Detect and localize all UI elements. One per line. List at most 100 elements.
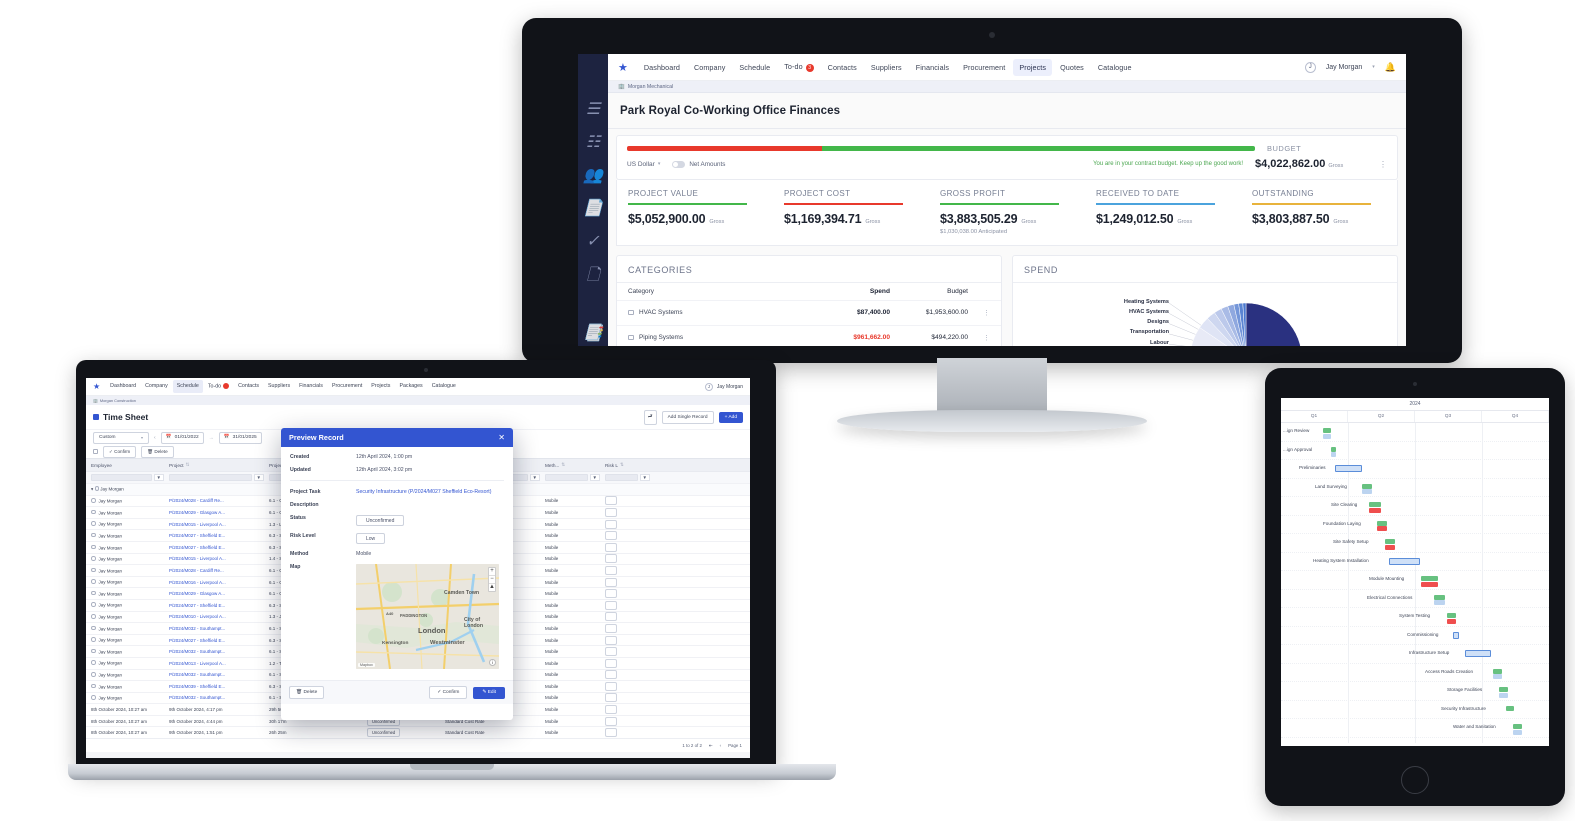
dialog-field-value[interactable]: Security Infrastructure (P/2024/M027 She… [356,489,491,495]
gantt-baseline-bar[interactable] [1323,433,1331,439]
confirm-button[interactable]: ✓ Confirm [103,445,137,458]
gantt-planned-bar[interactable] [1369,502,1381,507]
gantt-row[interactable]: Security Infrastructure [1281,701,1549,719]
avatar[interactable]: J [1304,61,1316,73]
gantt-row[interactable]: Commissioning [1281,627,1549,645]
gantt-baseline-bar[interactable] [1499,692,1508,698]
nav-item-to-do[interactable]: To-do 3 [778,58,819,75]
net-amounts-toggle[interactable] [672,160,686,168]
gantt-baseline-bar[interactable] [1434,600,1445,605]
laptop-nav-item-dashboard[interactable]: Dashboard [106,380,140,392]
filter-input[interactable] [169,474,252,481]
cell-project[interactable]: P/2024/M029 - Glasgow A... [164,591,264,596]
grid-filter-5[interactable]: ▼ [540,474,600,481]
laptop-nav-item-schedule[interactable]: Schedule [172,380,203,393]
map-zoom-out-button[interactable]: − [489,576,495,584]
star-icon[interactable]: ★ [618,61,628,74]
table-row[interactable]: 8th October 2024, 10:27 am 9th October 20… [86,726,750,739]
import-icon[interactable]: ⮐ [643,409,657,425]
dialog-edit-button[interactable]: ✎ Edit [473,686,505,699]
star-icon[interactable]: ★ [93,382,100,391]
sitemap-icon[interactable]: ☷ [586,132,600,152]
gantt-baseline-bar[interactable] [1513,729,1522,735]
cell-project[interactable]: P/2024/M010 - Liverpool A... [164,614,264,619]
gantt-actual-bar[interactable] [1421,581,1438,587]
list-icon[interactable]: ☰ [586,99,600,119]
gantt-actual-bar[interactable] [1377,526,1387,531]
laptop-nav-item-projects[interactable]: Projects [367,380,394,392]
breadcrumb-label[interactable]: Morgan Mechanical [628,84,673,90]
gantt-planned-bar[interactable] [1513,724,1522,729]
laptop-nav-item-procurement[interactable]: Procurement [328,380,366,392]
filter-icon[interactable]: ▼ [153,474,164,481]
laptop-nav-items[interactable]: Dashboard Company Schedule To-do Contacts Sup… [106,380,460,393]
filter-icon[interactable]: ▼ [589,474,600,481]
cell-project[interactable]: P/2024/M032 - Southampt... [164,626,264,631]
table-row[interactable]: HVAC Systems $87,400.00 $1,953,600.00 ⋮ [617,299,1001,325]
gantt-planned-bar[interactable] [1323,428,1331,433]
laptop-breadcrumb[interactable]: 🏢 Morgan Construction [86,396,750,405]
gantt-row[interactable]: Access Roads Creation [1281,664,1549,682]
gantt-row[interactable]: Preliminaries [1281,460,1549,479]
gantt-summary-bar[interactable] [1453,631,1459,639]
kebab-menu-icon[interactable]: ⋮ [968,334,990,342]
gantt-planned-bar[interactable] [1493,668,1502,674]
laptop-nav-item-company[interactable]: Company [141,380,172,392]
gantt-baseline-bar[interactable] [1493,674,1502,679]
gantt-summary-bar[interactable] [1465,650,1491,657]
date-to-input[interactable]: 📅 31/01/2025 [218,431,262,444]
grid-col-risk-l[interactable]: Risk L ⇅ [600,462,650,468]
file-icon[interactable]: 📑 [583,323,603,343]
gantt-actual-bar[interactable] [1447,618,1456,624]
kebab-menu-icon[interactable]: ⋮ [968,309,990,317]
nav-item-financials[interactable]: Financials [910,59,955,76]
file-add-icon[interactable]: 🗋 [587,264,600,291]
gantt-planned-bar[interactable] [1385,539,1395,544]
cell-project[interactable]: P/2024/M032 - Southampt... [164,672,264,677]
gantt-row[interactable]: Infrastructure Setup [1281,645,1549,664]
gantt-summary-bar[interactable] [1335,465,1362,472]
cell-project[interactable]: P/2024/M015 - Liverpool A... [164,556,264,561]
currency-select[interactable]: US Dollar ▾ [627,161,660,168]
nav-item-company[interactable]: Company [688,59,731,76]
cell-project[interactable]: P/2024/M029 - Glasgow A... [164,510,264,515]
laptop-nav-item-packages[interactable]: Packages [395,380,426,392]
sort-icon[interactable]: ⇅ [620,462,624,468]
app-sidebar-rail[interactable]: ☰ ☷ 👥 📄 ✓ 🗋 📑 ☰ 💬 ▲ [578,54,608,346]
gantt-row[interactable]: Electrical Connections [1281,590,1549,608]
map-zoom-in-button[interactable]: + [489,568,495,576]
table-row[interactable]: Piping Systems $961,662.00 $494,220.00 ⋮ [617,324,1001,347]
close-icon[interactable]: ✕ [498,433,505,442]
cell-project[interactable]: P/2024/M013 - Liverpool A... [164,661,264,666]
gantt-planned-bar[interactable] [1447,613,1456,618]
cell-project[interactable]: P/2024/M027 - Sheffield E... [164,533,264,538]
sort-icon[interactable]: ⇅ [561,462,565,468]
sort-icon[interactable]: ⇅ [186,462,190,468]
breadcrumb[interactable]: 🏢 Morgan Mechanical [608,81,1406,93]
info-icon[interactable]: i [489,659,496,666]
dialog-confirm-button[interactable]: ✓ Confirm [429,686,468,699]
grid-col-project[interactable]: Project ⇅ [164,462,264,468]
timesheet-pager[interactable]: 1 to 2 of 2 ⇤ ‹ Page 1 [86,738,750,753]
nav-item-quotes[interactable]: Quotes [1054,59,1090,76]
gantt-row[interactable]: Site Safety Setup [1281,534,1549,553]
add-single-record-button[interactable]: Add Single Record [661,410,714,424]
gantt-row[interactable]: Storage Facilities [1281,682,1549,701]
gantt-row[interactable]: Water and Sanitation [1281,719,1549,738]
gantt-planned-bar[interactable] [1434,594,1445,600]
gantt-planned-bar[interactable] [1331,446,1336,452]
add-button[interactable]: + Add [718,411,743,423]
cell-project[interactable]: P/2024/M027 - Sheffield E... [164,638,264,643]
grid-filter-0[interactable]: ▼ [86,474,164,481]
filter-input[interactable] [605,474,638,481]
laptop-nav-item-contacts[interactable]: Contacts [234,380,263,392]
filter-icon[interactable]: ▼ [639,474,650,481]
gantt-row[interactable]: System Testing [1281,608,1549,627]
gantt-row[interactable]: Module Mounting [1281,571,1549,590]
cell-project[interactable]: P/2024/M028 - Cardiff Re... [164,568,264,573]
grid-filter-6[interactable]: ▼ [600,474,650,481]
preview-record-dialog[interactable]: Preview Record ✕ Created 12th April 2024,… [281,428,513,720]
laptop-nav-item-suppliers[interactable]: Suppliers [264,380,294,392]
gantt-planned-bar[interactable] [1362,483,1372,489]
nav-items[interactable]: Dashboard Company Schedule To-do 3 Contacts Su… [638,58,1138,76]
